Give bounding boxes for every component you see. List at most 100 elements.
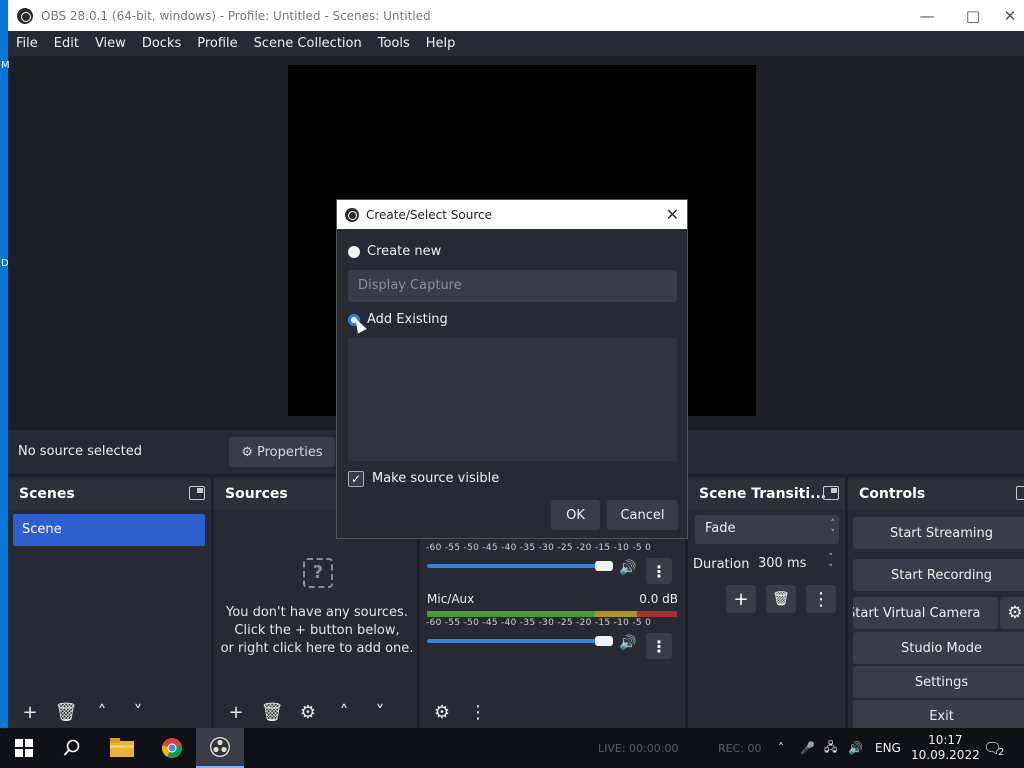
move-scene-down-button[interactable]: ˅: [124, 698, 152, 726]
move-source-up-button[interactable]: ˄: [330, 698, 358, 726]
chrome-button[interactable]: [148, 728, 196, 768]
folder-icon: [110, 738, 134, 757]
meter-scale: -60 -55 -50 -45 -40 -35 -30 -25 -20 -15 …: [426, 618, 652, 628]
add-existing-label[interactable]: Add Existing: [367, 312, 448, 327]
live-label: LIVE: 00:00:00: [598, 741, 679, 755]
transition-select[interactable]: Fade ˄ ˅: [695, 515, 839, 544]
scene-list-item[interactable]: Scene: [13, 514, 205, 546]
obs-taskbar-button[interactable]: [196, 728, 244, 768]
cancel-button[interactable]: Cancel: [607, 500, 678, 530]
plus-icon: +: [228, 701, 244, 723]
volume-slider[interactable]: [427, 636, 613, 646]
windows-logo-icon: [15, 739, 33, 757]
source-properties-button[interactable]: ⚙: [294, 698, 322, 726]
create-new-radio[interactable]: [348, 246, 360, 258]
search-button[interactable]: [48, 728, 96, 768]
settings-button[interactable]: Settings: [853, 666, 1024, 698]
plus-icon: +: [22, 701, 38, 723]
desktop-letter: M: [1, 60, 10, 71]
gear-icon: ⚙: [241, 444, 253, 460]
tray-overflow-button[interactable]: ˄: [778, 728, 784, 768]
virtual-camera-settings-button[interactable]: ⚙: [1000, 597, 1024, 629]
network-icon[interactable]: 🖧: [824, 728, 837, 768]
transition-menu-button[interactable]: ⋮: [806, 585, 836, 613]
duration-label: Duration: [693, 557, 750, 572]
menu-view[interactable]: View: [87, 36, 134, 51]
duration-value: 300 ms: [758, 556, 807, 571]
dialog-titlebar[interactable]: Create/Select Source ✕: [337, 200, 687, 229]
add-transition-button[interactable]: +: [726, 585, 756, 613]
volume-knob[interactable]: [595, 636, 613, 646]
remove-source-button[interactable]: 🗑: [258, 698, 286, 726]
existing-sources-list[interactable]: [348, 338, 677, 461]
remove-transition-button[interactable]: 🗑: [766, 585, 796, 613]
chevron-up-icon: ˄: [97, 701, 107, 723]
menu-help[interactable]: Help: [418, 36, 464, 51]
studio-mode-button[interactable]: Studio Mode: [853, 632, 1024, 664]
updown-icon[interactable]: ˄ ˅: [829, 553, 834, 575]
scene-transitions-dock: Scene Transiti... Fade ˄ ˅ Duration 300 m…: [688, 478, 845, 728]
undock-icon[interactable]: [823, 486, 839, 500]
mixer-menu-button[interactable]: ⋮: [464, 698, 492, 726]
add-source-button[interactable]: +: [222, 698, 250, 726]
question-mark-icon: ?: [303, 558, 333, 588]
maximize-button[interactable]: □: [950, 0, 996, 31]
advanced-audio-button[interactable]: ⚙: [428, 698, 456, 726]
language-indicator[interactable]: ENG: [875, 728, 901, 768]
ok-button[interactable]: OK: [551, 500, 600, 530]
move-scene-up-button[interactable]: ˄: [88, 698, 116, 726]
volume-knob[interactable]: [595, 561, 613, 571]
rec-indicator: REC: 00: [718, 728, 761, 768]
controls-dock: Controls Start Streaming Start Recording…: [848, 478, 1024, 732]
properties-button[interactable]: ⚙ Properties: [229, 437, 335, 467]
add-scene-button[interactable]: +: [16, 698, 44, 726]
no-sources-message[interactable]: You don't have any sources. Click the + …: [214, 604, 420, 658]
create-select-source-dialog: Create/Select Source ✕ Create new Displa…: [336, 199, 688, 539]
notification-count: 2: [998, 746, 1005, 758]
chevron-down-icon: ˅: [375, 701, 385, 723]
duration-spinbox[interactable]: 300 ms ˄ ˅: [751, 550, 839, 579]
clock[interactable]: 10:17 10.09.2022: [911, 728, 980, 768]
menu-tools[interactable]: Tools: [370, 36, 418, 51]
gears-icon: ⚙: [433, 701, 451, 723]
start-virtual-camera-button[interactable]: Start Virtual Camera: [853, 597, 998, 629]
undock-icon[interactable]: [189, 486, 205, 500]
make-visible-label[interactable]: Make source visible: [372, 471, 499, 486]
channel-menu-button[interactable]: ⋮: [646, 558, 672, 584]
checkmark-icon: ✓: [350, 472, 362, 486]
speaker-icon[interactable]: 🔊: [619, 635, 636, 651]
menu-scene-collection[interactable]: Scene Collection: [246, 36, 370, 51]
dialog-close-button[interactable]: ✕: [666, 205, 679, 224]
notifications-button[interactable]: 🗨 2: [983, 728, 1004, 768]
close-window-button[interactable]: ✕: [996, 0, 1024, 31]
source-name-input[interactable]: Display Capture: [348, 270, 677, 302]
scenes-dock: Scenes Scene + 🗑 ˄ ˅: [8, 478, 211, 728]
menu-docks[interactable]: Docks: [134, 36, 189, 51]
remove-scene-button[interactable]: 🗑: [52, 698, 80, 726]
start-recording-button[interactable]: Start Recording: [853, 559, 1024, 591]
microphone-tray-icon[interactable]: 🎤: [800, 728, 815, 768]
start-button[interactable]: [0, 728, 48, 768]
obs-logo-icon: [17, 7, 33, 24]
volume-tray-icon[interactable]: 🔊: [848, 728, 863, 768]
start-streaming-button[interactable]: Start Streaming: [853, 517, 1024, 549]
make-visible-checkbox[interactable]: ✓: [348, 471, 364, 487]
window-titlebar[interactable]: OBS 28.0.1 (64-bit, windows) - Profile: …: [8, 0, 1024, 31]
obs-logo-icon: [210, 737, 230, 757]
gear-icon: ⚙: [1007, 603, 1023, 623]
channel-db: 0.0 dB: [639, 592, 678, 606]
volume-slider[interactable]: [427, 561, 613, 571]
menu-profile[interactable]: Profile: [189, 36, 245, 51]
minimize-button[interactable]: —: [904, 0, 950, 31]
channel-menu-button[interactable]: ⋮: [646, 633, 672, 659]
transition-selected: Fade: [705, 521, 736, 536]
menu-file[interactable]: File: [8, 36, 46, 51]
menu-edit[interactable]: Edit: [46, 36, 87, 51]
close-icon: ✕: [1003, 6, 1017, 25]
properties-label: Properties: [256, 444, 323, 460]
create-new-label[interactable]: Create new: [367, 244, 441, 259]
speaker-icon[interactable]: 🔊: [619, 560, 636, 576]
move-source-down-button[interactable]: ˅: [366, 698, 394, 726]
file-explorer-button[interactable]: [98, 728, 146, 768]
undock-icon[interactable]: [1016, 486, 1024, 500]
